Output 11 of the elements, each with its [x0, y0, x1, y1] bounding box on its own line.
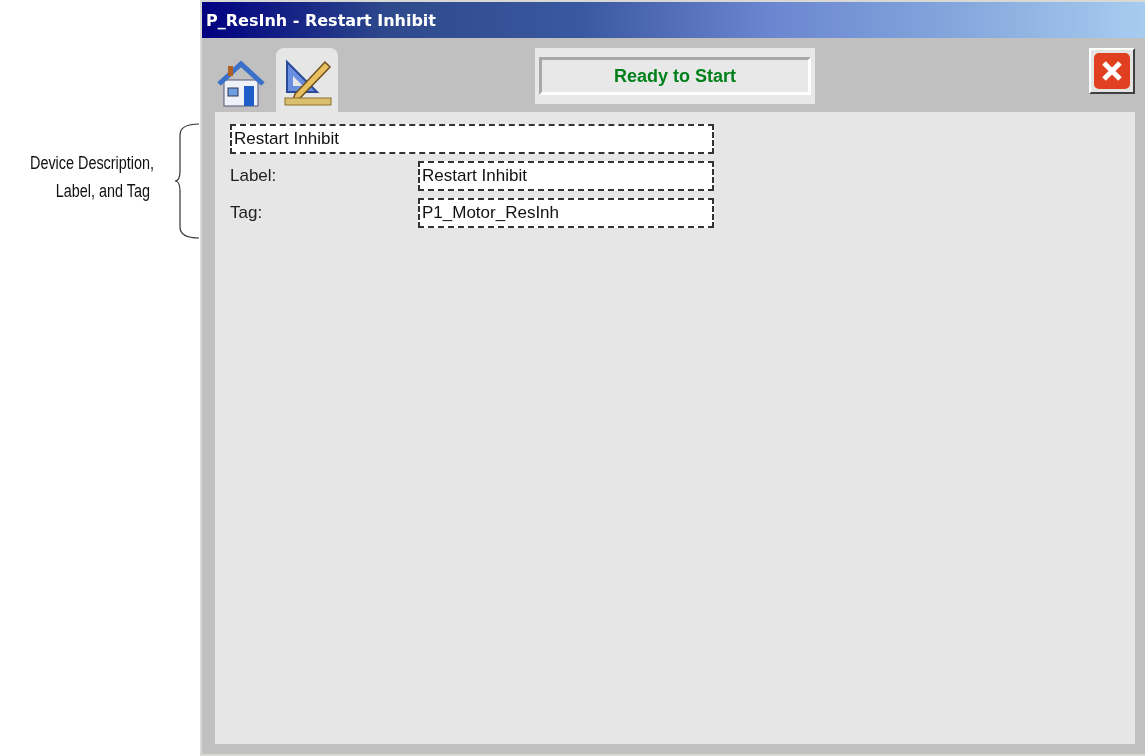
close-button[interactable] — [1089, 48, 1135, 94]
description-field[interactable]: Restart Inhibit — [230, 124, 714, 154]
tab[interactable] — [276, 48, 338, 112]
field-label: Tag: — [230, 203, 264, 223]
input-field[interactable]: Restart Inhibit — [418, 161, 714, 191]
close-icon — [1093, 52, 1131, 90]
window-title: P_ResInh - Restart Inhibit — [202, 2, 1145, 38]
status-text: Ready to Start — [539, 57, 811, 95]
field-label: Label: — [230, 166, 278, 186]
input-field[interactable]: P1_Motor_ResInh — [418, 198, 714, 228]
house-icon — [216, 60, 266, 108]
